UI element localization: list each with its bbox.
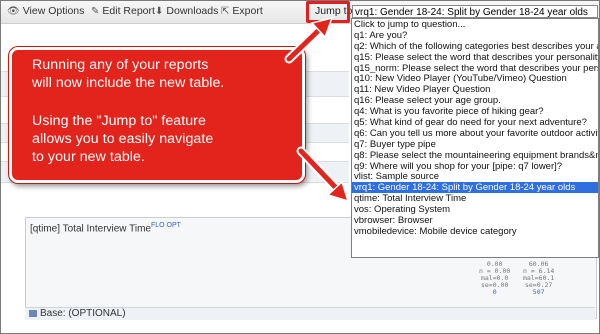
dropdown-option[interactable]: vbrowser: Browser [352, 215, 598, 226]
qtime-title-text: [qtime] Total Interview Time [30, 223, 151, 235]
downloads-button[interactable]: ⬇ Downloads [155, 5, 218, 17]
export-label: Export [232, 5, 263, 17]
dropdown-option[interactable]: q2: Which of the following categories be… [352, 41, 598, 52]
dropdown-option[interactable]: q5: What kind of gear do need for your n… [352, 117, 598, 128]
callout-line: will now include the new table. [32, 75, 225, 91]
edit-icon: ✎ [91, 6, 100, 17]
dropdown-option[interactable]: qtime: Total Interview Time [352, 193, 598, 204]
callout-line: Using the "Jump to" feature [32, 113, 206, 129]
base-label: Base: (OPTIONAL) [40, 308, 126, 319]
export-button[interactable]: ⇱ Export [221, 5, 263, 17]
callout-line: Running any of your reports [32, 57, 209, 73]
stat-count: 0 [492, 288, 497, 296]
dropdown-option[interactable]: q6: Can you tell us more about your favo… [352, 128, 598, 139]
dropdown-option[interactable]: q1: Are you? [352, 30, 598, 41]
callout-line: to your new table. [32, 149, 145, 165]
downloads-label: Downloads [166, 5, 219, 17]
stat-count: 507 [532, 288, 545, 296]
callout-line: allows you to easily navigate [32, 131, 214, 147]
download-icon: ⬇ [155, 6, 164, 17]
dropdown-option[interactable]: q4: What is you favorite piece of hiking… [352, 106, 598, 117]
dropdown-option[interactable]: vmobiledevice: Mobile device category [352, 226, 598, 237]
dropdown-option[interactable]: Click to jump to question... [352, 19, 598, 30]
dropdown-option[interactable]: q15_norm: Please select the word that de… [352, 63, 598, 74]
jump-to-select[interactable]: vrq1: Gender 18-24: Split by Gender 18-2… [352, 5, 598, 18]
dropdown-option[interactable]: q16: Please select your age group. [352, 95, 598, 106]
dropdown-option-selected[interactable]: vrq1: Gender 18-24: Split by Gender 18-2… [352, 182, 598, 194]
jump-to-dropdown-list[interactable]: Click to jump to question... q1: Are you… [351, 18, 599, 258]
view-options-button[interactable]: 👁 View Options [7, 5, 84, 17]
dropdown-option[interactable]: q7: Buyer type pipe [352, 139, 598, 150]
dropdown-option[interactable]: vos: Operating System [352, 204, 598, 215]
dropdown-option[interactable]: q9: Where will you shop for your [pipe: … [352, 161, 598, 172]
stats-column-left: 0.00 n = 0.00 mal=0.0 se=0.00 0 [479, 261, 510, 296]
eye-icon: 👁 [7, 6, 20, 17]
callout-box: Running any of your reports will now inc… [9, 47, 305, 183]
edit-report-button[interactable]: ✎ Edit Report [91, 5, 155, 17]
dropdown-option[interactable]: q8: Please select the mountaineering equ… [352, 150, 598, 161]
table-icon [29, 309, 37, 317]
dropdown-option[interactable]: vlist: Sample source [352, 171, 598, 183]
dropdown-option[interactable]: q10: New Video Player (YouTube/Vimeo) Qu… [352, 73, 598, 85]
qtime-table-title: [qtime] Total Interview TimeFLO OPT [30, 222, 181, 234]
qtime-flags: FLO OPT [150, 222, 181, 229]
edit-report-label: Edit Report [102, 5, 155, 17]
report-page: 👁 View Options ✎ Edit Report ⬇ Downloads ⇱ E… [0, 0, 600, 334]
jump-to-highlight-box [306, 1, 350, 23]
view-options-label: View Options [22, 5, 85, 17]
stats-column-right: 60.06 n = 6.14 mal=60.1 se=0.27 507 [523, 261, 554, 296]
base-row: Base: (OPTIONAL) [25, 307, 595, 320]
dropdown-option[interactable]: q15: Please select the word that describ… [352, 52, 598, 63]
dropdown-option[interactable]: q11: New Video Player Question [352, 84, 598, 95]
export-icon: ⇱ [221, 6, 230, 17]
